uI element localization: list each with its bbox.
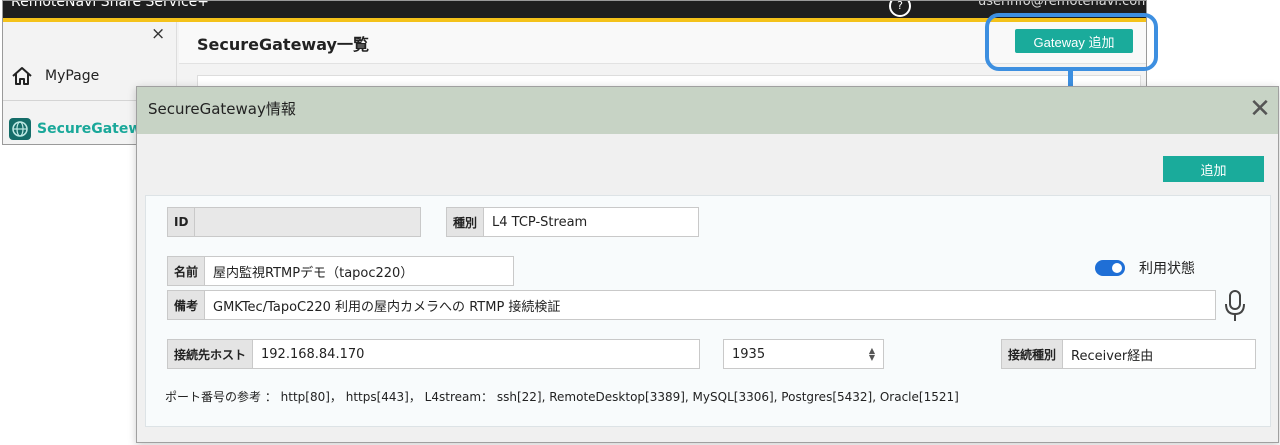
page-title: SecureGateway一覧 xyxy=(197,35,369,54)
globe-icon xyxy=(9,118,31,140)
type-label: 種別 xyxy=(447,208,485,236)
toggle-knob xyxy=(1112,263,1122,273)
sidebar-item-mypage[interactable]: MyPage xyxy=(11,65,99,87)
note-field[interactable]: 備考 GMKTec/TapoC220 利用の屋内カメラへの RTMP 接続検証 xyxy=(167,290,1216,320)
connection-type-field[interactable]: 接続種別 Receiver経由 xyxy=(1001,339,1256,369)
host-input[interactable]: 192.168.84.170 xyxy=(253,340,699,368)
highlight-box xyxy=(985,13,1158,71)
id-value xyxy=(195,208,420,236)
help-icon[interactable]: ? xyxy=(889,1,911,17)
close-icon[interactable]: ✕ xyxy=(1247,96,1273,123)
port-stepper[interactable]: 1935 ▲ ▼ xyxy=(723,339,884,369)
add-button[interactable]: 追加 xyxy=(1163,156,1264,182)
type-value[interactable]: L4 TCP-Stream xyxy=(484,208,698,236)
microphone-icon[interactable] xyxy=(1224,290,1246,322)
securegateway-dialog: SecureGateway情報 ✕ 追加 ID 種別 L4 TCP-Stream… xyxy=(136,86,1279,443)
id-field: ID xyxy=(167,207,421,237)
host-label: 接続先ホスト xyxy=(168,340,254,368)
connection-type-label: 接続種別 xyxy=(1002,340,1064,368)
name-label: 名前 xyxy=(168,257,206,285)
dialog-header: SecureGateway情報 ✕ xyxy=(137,87,1278,134)
port-hint-text: ポート番号の参考 ： http[80]， https[443]， L4strea… xyxy=(165,390,959,404)
name-input[interactable]: 屋内監視RTMPデモ（tapoc220） xyxy=(205,257,513,285)
port-value: 1935 xyxy=(732,346,766,362)
app-titlebar: RemoteNavi Share Service+ ? userinfo@rem… xyxy=(3,1,1146,18)
stepper-arrows-icon[interactable]: ▲ ▼ xyxy=(869,347,875,362)
status-toggle-group[interactable]: 利用状態 xyxy=(1095,258,1195,278)
home-icon xyxy=(12,67,32,85)
dialog-title: SecureGateway情報 xyxy=(148,100,296,118)
note-input[interactable]: GMKTec/TapoC220 利用の屋内カメラへの RTMP 接続検証 xyxy=(205,291,1215,319)
status-toggle[interactable] xyxy=(1095,260,1125,276)
connection-type-value[interactable]: Receiver経由 xyxy=(1063,340,1255,368)
user-email[interactable]: userinfo@remotenavi.com xyxy=(978,1,1146,9)
id-label: ID xyxy=(168,208,196,236)
app-title: RemoteNavi Share Service+ xyxy=(11,0,210,10)
sidebar-item-label: MyPage xyxy=(45,68,100,84)
sidebar-close-icon[interactable]: × xyxy=(151,24,165,44)
type-field[interactable]: 種別 L4 TCP-Stream xyxy=(446,207,699,237)
host-field[interactable]: 接続先ホスト 192.168.84.170 xyxy=(167,339,700,369)
name-field[interactable]: 名前 屋内監視RTMPデモ（tapoc220） xyxy=(167,256,514,286)
note-label: 備考 xyxy=(168,291,206,319)
status-label: 利用状態 xyxy=(1139,261,1195,277)
